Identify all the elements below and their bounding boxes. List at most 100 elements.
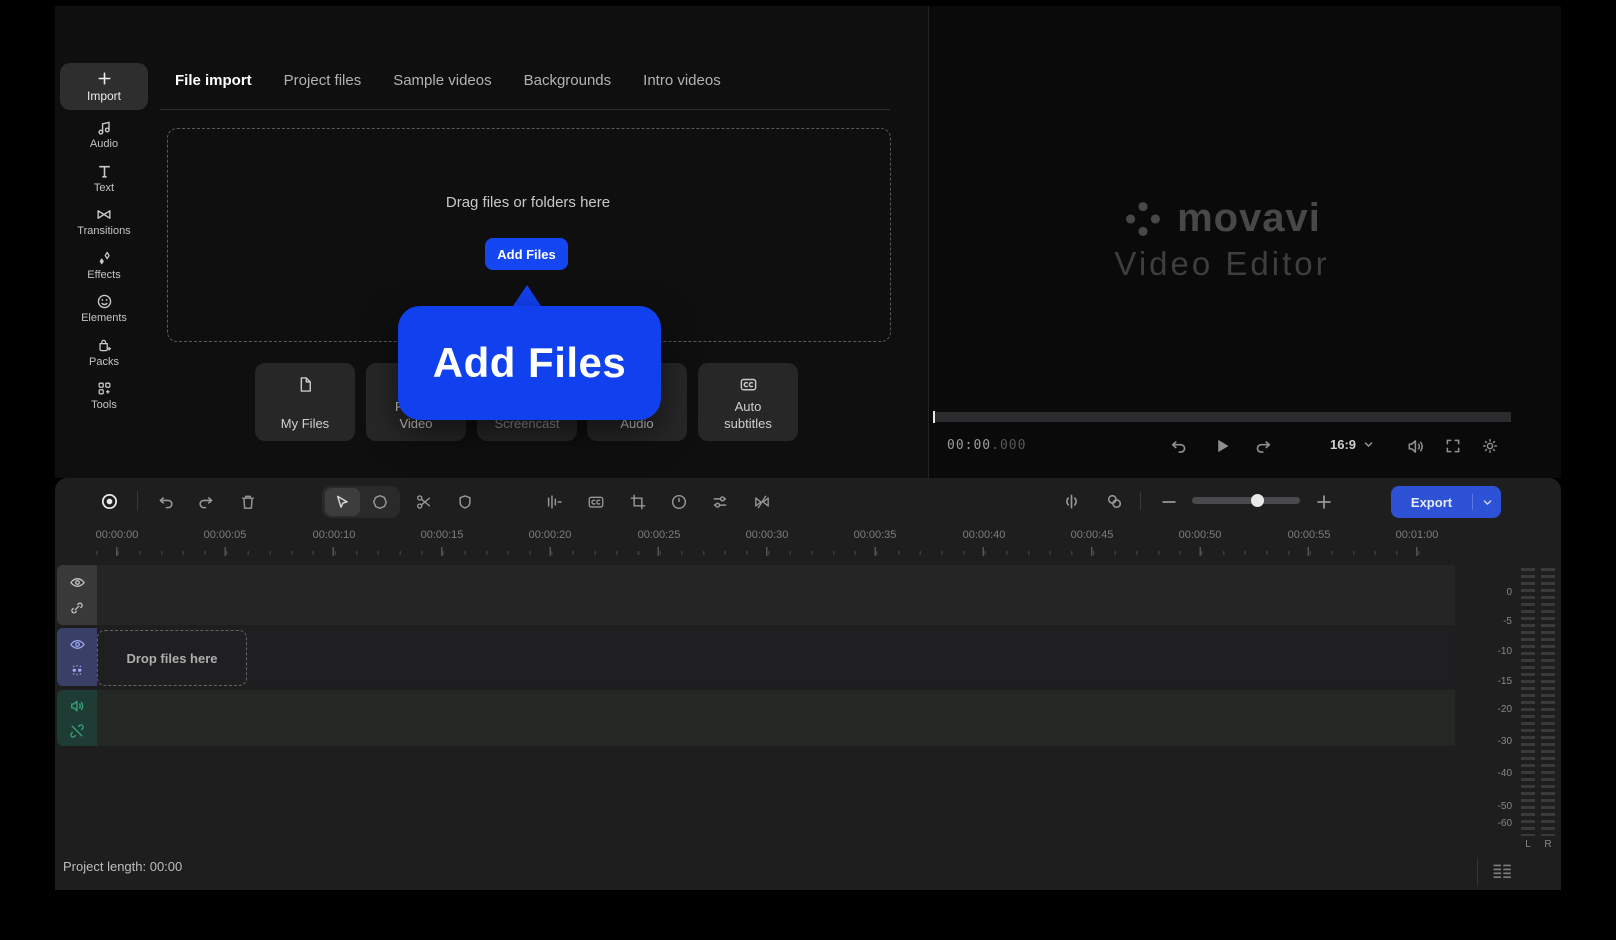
transitions-icon bbox=[97, 209, 111, 219]
timecode-ms: .000 bbox=[991, 438, 1027, 453]
sidebar-item-text[interactable]: Text bbox=[58, 157, 150, 199]
video-track-lane[interactable] bbox=[97, 628, 1455, 686]
sidebar-import-button[interactable]: Import bbox=[60, 63, 148, 110]
transition-tool-icon[interactable] bbox=[753, 493, 771, 511]
sidebar-item-elements[interactable]: Elements bbox=[58, 287, 150, 329]
sidebar-item-label: Audio bbox=[89, 137, 119, 150]
ruler-label: 00:00:50 bbox=[1178, 529, 1222, 541]
ruler-label: 00:00:45 bbox=[1070, 529, 1114, 541]
crop-icon[interactable] bbox=[629, 493, 647, 511]
export-label: Export bbox=[1410, 494, 1453, 510]
statusbar-divider bbox=[1477, 858, 1478, 886]
card-label: My Files bbox=[280, 416, 330, 431]
zoom-slider-knob[interactable] bbox=[1251, 494, 1264, 507]
meter-label: -50 bbox=[1497, 801, 1512, 812]
zoom-out-icon[interactable] bbox=[1160, 493, 1178, 511]
gear-icon[interactable] bbox=[1481, 437, 1499, 455]
meter-label: -10 bbox=[1497, 646, 1512, 657]
tab-sample-videos[interactable]: Sample videos bbox=[393, 72, 491, 89]
meter-label: -5 bbox=[1503, 616, 1512, 627]
sidebar-item-audio[interactable]: Audio bbox=[58, 113, 150, 155]
clip-speed-icon[interactable] bbox=[670, 493, 688, 511]
record-icon[interactable] bbox=[100, 492, 119, 511]
eye-icon[interactable] bbox=[69, 636, 86, 653]
import-label: Import bbox=[86, 89, 121, 103]
overlay-track-lane[interactable] bbox=[97, 565, 1455, 625]
play-icon[interactable] bbox=[1212, 436, 1232, 456]
brand-logo: movavi Video Editor bbox=[1022, 196, 1422, 283]
add-files-tooltip: Add Files bbox=[398, 306, 661, 420]
tab-backgrounds[interactable]: Backgrounds bbox=[524, 72, 612, 89]
subtitles-cc-icon[interactable] bbox=[587, 493, 605, 511]
speaker-icon[interactable] bbox=[1406, 437, 1425, 456]
card-auto-subtitles[interactable]: Auto subtitles bbox=[698, 363, 798, 441]
ruler-label: 00:00:05 bbox=[203, 529, 247, 541]
movavi-mark-icon bbox=[1126, 201, 1160, 236]
export-button[interactable]: Export bbox=[1391, 486, 1501, 518]
add-files-button[interactable]: Add Files bbox=[485, 238, 568, 270]
tools-grid-icon bbox=[98, 382, 110, 394]
cursor-tool-icon[interactable] bbox=[333, 493, 351, 511]
meter-label: -40 bbox=[1497, 768, 1512, 779]
trash-icon[interactable] bbox=[239, 493, 257, 511]
track-drop-target[interactable]: Drop files here bbox=[97, 630, 247, 686]
audio-levels-icon[interactable] bbox=[545, 493, 563, 511]
ruler-label: 00:00:35 bbox=[853, 529, 897, 541]
tab-project-files[interactable]: Project files bbox=[284, 72, 362, 89]
audio-track-lane[interactable] bbox=[97, 690, 1455, 746]
link-track-icon[interactable] bbox=[69, 600, 85, 616]
speaker-icon[interactable] bbox=[69, 698, 85, 714]
smiley-icon bbox=[97, 294, 111, 308]
timeline-zoom-slider[interactable] bbox=[1192, 497, 1300, 504]
ruler-label: 00:00:55 bbox=[1287, 529, 1331, 541]
sidebar-item-transitions[interactable]: Transitions bbox=[58, 200, 150, 242]
aspect-ratio-select[interactable]: 16:9 bbox=[1330, 437, 1374, 452]
skip-forward-icon[interactable] bbox=[1254, 437, 1273, 456]
video-track-header bbox=[57, 628, 97, 686]
particles-icon[interactable] bbox=[69, 662, 85, 678]
plus-icon bbox=[98, 72, 110, 85]
export-options-chevron[interactable] bbox=[1473, 497, 1501, 508]
scissors-icon[interactable] bbox=[415, 493, 433, 511]
zoom-in-icon[interactable] bbox=[1315, 493, 1333, 511]
sidebar-item-tools[interactable]: Tools bbox=[58, 374, 150, 416]
tab-intro-videos[interactable]: Intro videos bbox=[643, 72, 721, 89]
ruler-label: 00:01:00 bbox=[1395, 529, 1439, 541]
toolbar-divider bbox=[137, 491, 138, 511]
sidebar-item-label: Text bbox=[93, 181, 115, 194]
timecode-main: 00:00 bbox=[947, 438, 992, 453]
ruler-major-ticks bbox=[116, 547, 1431, 556]
media-tabs: File import Project files Sample videos … bbox=[175, 72, 721, 89]
eye-icon[interactable] bbox=[69, 574, 86, 591]
skip-back-icon[interactable] bbox=[1169, 437, 1188, 456]
sidebar-item-effects[interactable]: Effects bbox=[58, 244, 150, 286]
fullscreen-icon[interactable] bbox=[1444, 437, 1462, 455]
waveform-display-icon[interactable] bbox=[1062, 492, 1081, 511]
ruler-label: 00:00:10 bbox=[312, 529, 356, 541]
tab-file-import[interactable]: File import bbox=[175, 72, 252, 89]
ruler-label: 00:00:20 bbox=[528, 529, 572, 541]
undo-icon[interactable] bbox=[157, 493, 175, 511]
link-clips-icon[interactable] bbox=[1105, 492, 1124, 511]
sidebar-item-packs[interactable]: Packs bbox=[58, 331, 150, 373]
sidebar-item-label: Elements bbox=[81, 311, 127, 324]
filters-adjust-icon[interactable] bbox=[711, 493, 729, 511]
aspect-ratio-value: 16:9 bbox=[1330, 437, 1357, 452]
audio-meter-right bbox=[1541, 568, 1555, 836]
dropzone-hint: Drag files or folders here bbox=[445, 194, 611, 211]
tabs-divider bbox=[160, 109, 890, 110]
track-list-icon[interactable] bbox=[1489, 858, 1515, 884]
card-my-files[interactable]: My Files bbox=[255, 363, 355, 441]
shield-marker-icon[interactable] bbox=[456, 493, 474, 511]
unlink-track-icon[interactable] bbox=[69, 723, 85, 739]
sidebar-item-label: Transitions bbox=[77, 224, 131, 237]
seekbar-playhead[interactable] bbox=[933, 411, 935, 423]
marker-tool-icon[interactable] bbox=[371, 493, 389, 511]
file-icon bbox=[300, 377, 311, 392]
sidebar-item-label: Packs bbox=[89, 355, 119, 368]
redo-icon[interactable] bbox=[197, 493, 215, 511]
project-length-status: Project length: 00:00 bbox=[63, 859, 183, 874]
preview-seekbar[interactable] bbox=[933, 412, 1511, 422]
meter-label: -60 bbox=[1497, 818, 1512, 829]
effects-sparkle-icon bbox=[99, 251, 110, 264]
